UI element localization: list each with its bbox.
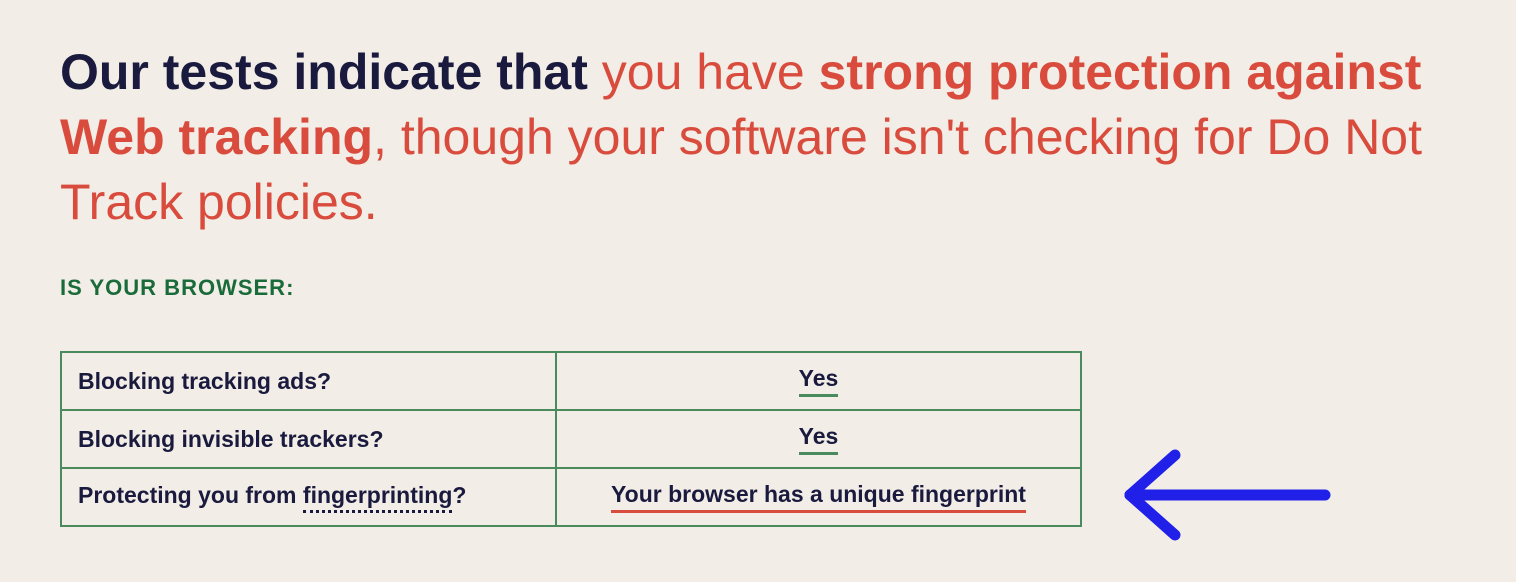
results-headline: Our tests indicate that you have strong … [60, 40, 1456, 235]
fingerprinting-link[interactable]: fingerprinting [303, 482, 452, 513]
label-text-prefix: Protecting you from [78, 482, 303, 508]
label-text: Blocking invisible trackers? [78, 426, 384, 452]
row-label: Blocking invisible trackers? [61, 410, 556, 468]
value-link[interactable]: Yes [799, 365, 839, 397]
table-row: Blocking tracking ads? Yes [61, 352, 1081, 410]
table-row: Protecting you from fingerprinting? Your… [61, 468, 1081, 526]
arrow-annotation-icon [1110, 440, 1340, 560]
label-text: Blocking tracking ads? [78, 368, 331, 394]
headline-part1: Our tests indicate that [60, 44, 602, 100]
row-value: Yes [556, 410, 1081, 468]
row-label: Protecting you from fingerprinting? [61, 468, 556, 526]
table-row: Blocking invisible trackers? Yes [61, 410, 1081, 468]
table-subheading: IS YOUR BROWSER: [60, 275, 1456, 301]
row-value: Yes [556, 352, 1081, 410]
value-link[interactable]: Yes [799, 423, 839, 455]
label-text-suffix: ? [452, 482, 466, 508]
headline-part2: you have [602, 44, 819, 100]
value-link[interactable]: Your browser has a unique fingerprint [611, 481, 1026, 513]
row-label: Blocking tracking ads? [61, 352, 556, 410]
row-value: Your browser has a unique fingerprint [556, 468, 1081, 526]
results-table: Blocking tracking ads? Yes Blocking invi… [60, 351, 1082, 527]
